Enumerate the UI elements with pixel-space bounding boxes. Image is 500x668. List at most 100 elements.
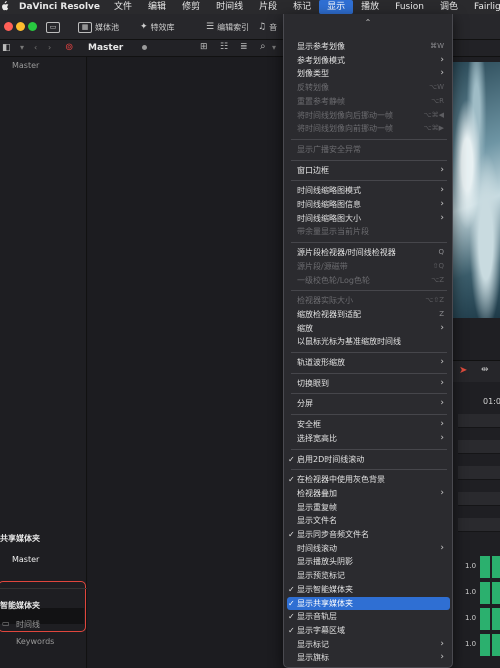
menu-item[interactable]: 检视器叠加 › [287,487,450,500]
menu-item-label: 带余量显示当前片段 [297,227,369,237]
menu-item[interactable]: ✓ 显示字幕区域 [287,624,450,637]
menu-item[interactable]: 切换眼到 › [287,377,450,390]
menu-scroll-up-icon[interactable]: ⌃ [284,18,452,27]
audio-clip[interactable] [492,582,500,604]
menu-item[interactable]: 时间线缩略图信息 › [287,198,450,211]
menu-item[interactable]: 划像类型 › [287,67,450,80]
smart-bin-timeline[interactable]: 时间线 [16,619,40,630]
menu-item: 一级校色轮/Log色轮 ⌥Z [287,274,450,287]
master-bin-item[interactable]: Master [12,61,39,70]
menu-item[interactable]: 时间线缩略图模式 › [287,184,450,197]
menu-item-label: 在检视器中使用灰色背景 [297,475,385,485]
app-name-menu[interactable]: DaVinci Resolve [9,2,106,12]
menu-separator [291,180,447,182]
menu-item[interactable]: 参考划像模式 › [287,54,450,67]
timeline-track [458,492,500,506]
selection-tool-icon[interactable]: ➤ [459,365,467,376]
timeline-toolbar: ➤ ⇹ [453,360,500,382]
menu-item[interactable]: 显示标记 › [287,638,450,651]
menu-item[interactable]: 显示预览标记 [287,569,450,582]
panel-layout-icon[interactable]: ◧ [2,43,11,53]
menu-file[interactable]: 文件 [106,0,140,14]
edit-index-button[interactable]: ☰ 编辑索引 [206,19,249,35]
shared-master-item[interactable]: Master [12,555,39,564]
menu-item[interactable]: 分屏 › [287,397,450,410]
menu-item-label: 一级校色轮/Log色轮 [297,275,370,285]
menu-view[interactable]: 显示 [319,0,354,14]
menu-item-label: 将时间线划像向后挪动一帧 [297,110,393,120]
menu-item[interactable]: ✓ 显示智能媒体夹 [287,583,450,596]
forward-arrow-icon[interactable]: › [48,43,51,52]
record-icon[interactable]: ⊚ [65,42,73,53]
audio-clip[interactable] [492,634,500,656]
timeline-timecode: 01:00 [483,397,500,406]
menu-item[interactable]: 显示播放头阴影 [287,555,450,568]
menu-item[interactable]: 源片段检视器/时间线检视器 Q [287,246,450,259]
metadata-view-icon[interactable]: ≣ [240,42,248,52]
menu-fusion[interactable]: Fusion [387,0,432,14]
menu-item-label: 显示音轨层 [297,612,337,622]
menu-item-label: 轨道波形缩放 [297,358,345,367]
menu-item[interactable]: 窗口边框 › [287,164,450,177]
menu-item-label: 显示字幕区域 [297,625,345,635]
audio-clip[interactable] [480,634,490,656]
zoom-slider-handle[interactable] [142,45,147,50]
menu-item[interactable]: ✓ 显示共享媒体夹 [287,596,450,610]
menu-item[interactable]: 选择宽高比 › [287,432,450,445]
trim-tool-icon[interactable]: ⇹ [481,365,489,375]
media-pool-button[interactable]: ▦ 媒体池 [78,19,119,35]
menu-clip[interactable]: 片段 [251,0,285,14]
menu-playback[interactable]: 播放 [353,0,387,14]
smart-bin-keywords[interactable]: Keywords [16,637,54,646]
effects-library-button[interactable]: ✦ 特效库 [140,19,175,35]
back-arrow-icon[interactable]: ‹ [34,43,37,52]
menu-item[interactable]: 显示重复帧 [287,501,450,514]
menu-item-label: 缩放 [297,323,313,333]
menu-item[interactable]: ✓ 显示音轨层 [287,610,450,623]
menu-item[interactable]: ✓ 启用2D时间线滚动 [287,453,450,466]
audio-clip[interactable] [480,556,490,578]
checkmark-icon: ✓ [288,454,295,464]
menu-item[interactable]: 安全框 › [287,418,450,431]
menu-item[interactable]: 轨道波形缩放 › [287,356,450,369]
menu-edit[interactable]: 编辑 [140,0,174,14]
search-dropdown-icon[interactable]: ▾ [272,43,276,52]
audio-clip[interactable] [480,608,490,630]
menu-mark[interactable]: 标记 [285,0,319,14]
menu-separator [291,469,447,471]
sound-library-button[interactable]: ♫ 音 [258,19,277,35]
menu-color[interactable]: 调色 [432,0,466,14]
menu-item[interactable]: 显示参考划像 ⌘W [287,40,450,53]
menu-fairlight[interactable]: Fairlight [466,0,500,14]
audio-clip[interactable] [492,608,500,630]
menu-item[interactable]: 显示文件名 [287,514,450,527]
menu-item[interactable]: 缩放 › [287,322,450,335]
audio-clip[interactable] [480,582,490,604]
window-zoom-button[interactable] [28,22,37,31]
bin-list-panel: Master 共享媒体夹 Master 智能媒体夹 ▭ 时间线 Keywords [0,57,87,668]
monitor-toggle-button[interactable]: ▭ [46,19,60,35]
menu-item[interactable]: 时间线滚动 › [287,542,450,555]
menu-item-label: 显示播放头阴影 [297,557,353,567]
dropdown-arrow-icon[interactable]: ▾ [20,43,24,52]
menu-item-shortcut: ⌥⇧Z [425,296,444,305]
smart-bins-header: 智能媒体夹 [0,601,40,610]
menu-item[interactable]: 缩放检视器到适配 Z [287,308,450,321]
sound-library-icon: ♫ [258,22,267,32]
menu-item[interactable]: ✓ 显示同步音频文件名 [287,528,450,541]
apple-icon[interactable] [0,0,9,14]
menu-item: 反转划像 ⌥W [287,81,450,94]
window-close-button[interactable] [4,22,13,31]
search-icon[interactable]: ⌕ [260,41,266,52]
list-view-icon[interactable]: ☷ [220,42,228,52]
grid-view-icon[interactable]: ⊞ [200,42,208,52]
menu-item-label: 显示重复帧 [297,502,337,512]
menu-item[interactable]: 以鼠标光标为基准缩放时间线 [287,335,450,348]
menu-item[interactable]: ✓ 在检视器中使用灰色背景 [287,473,450,486]
menu-item[interactable]: 显示旗标 › [287,651,450,664]
menu-item[interactable]: 时间线缩略图大小 › [287,212,450,225]
window-minimize-button[interactable] [16,22,25,31]
audio-clip[interactable] [492,556,500,578]
menu-trim[interactable]: 修剪 [174,0,208,14]
menu-timeline[interactable]: 时间线 [208,0,251,14]
